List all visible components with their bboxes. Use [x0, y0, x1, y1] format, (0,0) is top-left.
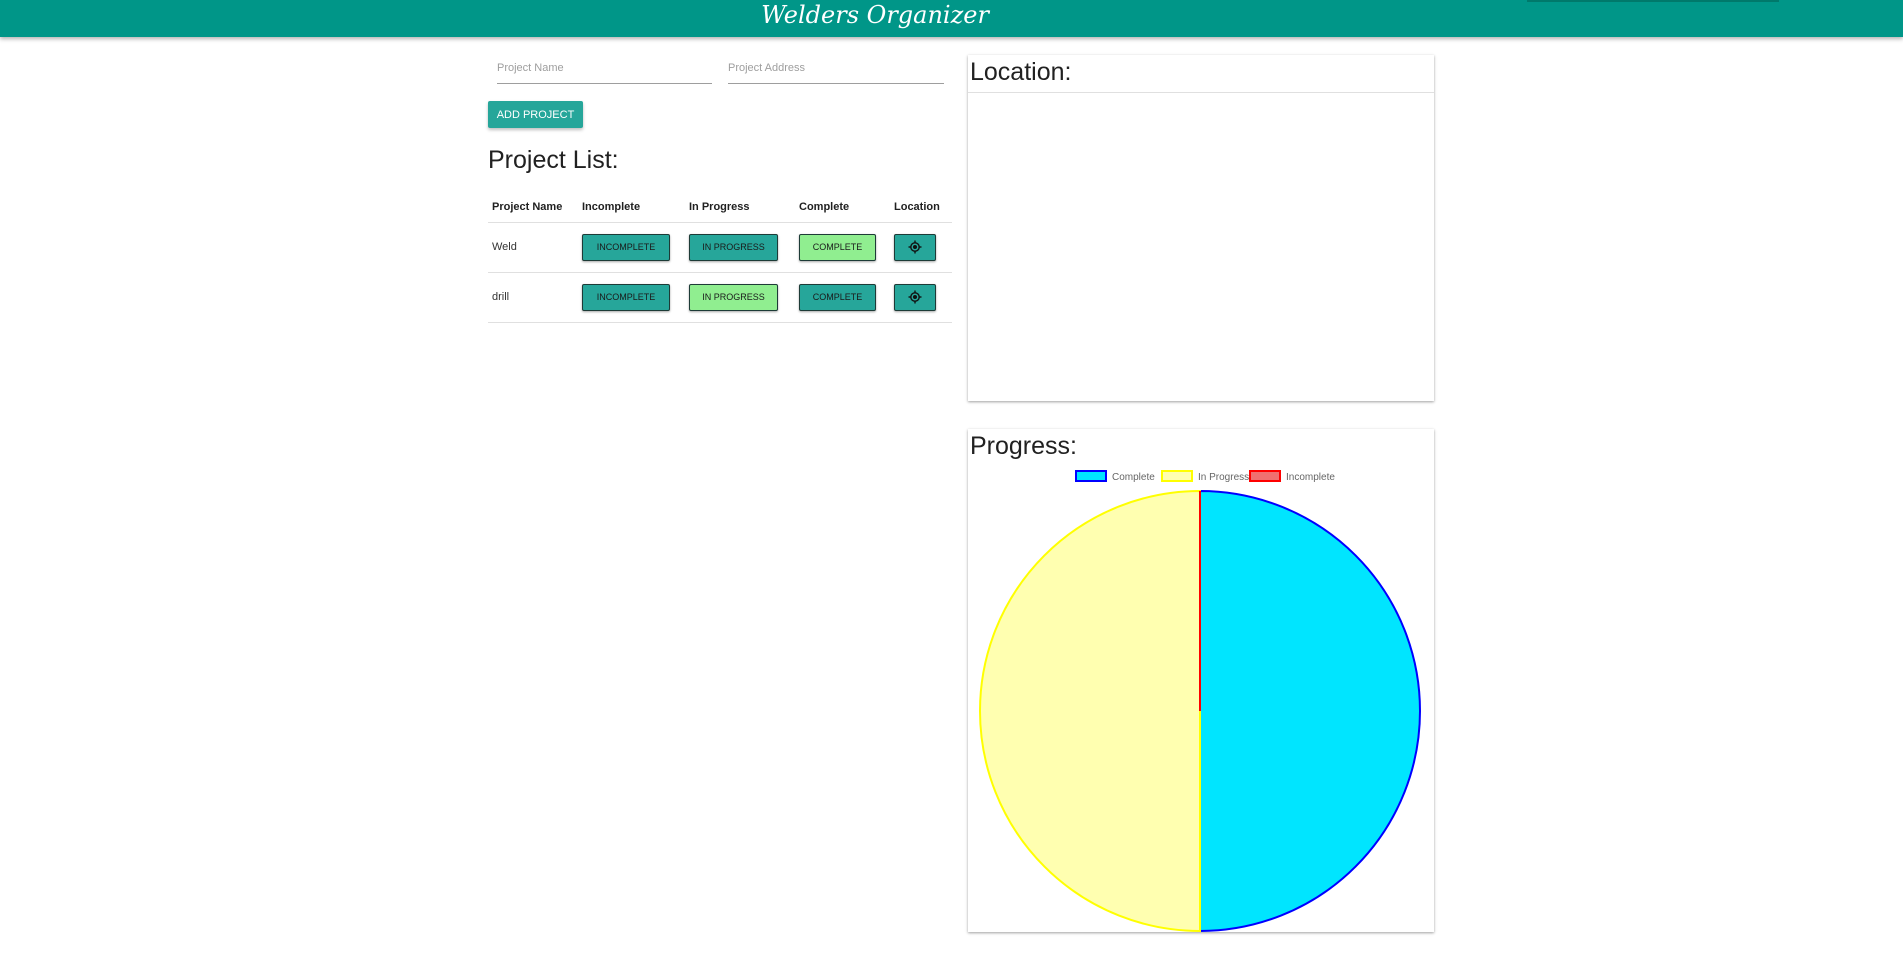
location-target-icon: [908, 290, 922, 304]
show-location-button[interactable]: [894, 283, 936, 311]
mark-in-progress-button[interactable]: IN PROGRESS: [689, 283, 778, 311]
project-name-field: [497, 48, 712, 84]
project-name-cell: Weld: [488, 222, 578, 273]
column-header-in-progress: In Progress: [685, 192, 795, 223]
location-map-area[interactable]: [968, 94, 1434, 401]
location-target-icon: [908, 240, 922, 254]
show-location-button[interactable]: [894, 233, 936, 261]
add-project-button[interactable]: ADD PROJECT: [488, 101, 583, 128]
project-name-input[interactable]: [497, 48, 712, 74]
legend-label[interactable]: In Progress: [1198, 472, 1249, 483]
status-cell-in-progress: IN PROGRESS: [685, 272, 795, 323]
column-header-project-name: Project Name: [488, 192, 578, 223]
status-cell-complete: COMPLETE: [795, 222, 890, 273]
project-name-cell: drill: [488, 272, 578, 323]
legend-label[interactable]: Complete: [1112, 472, 1155, 483]
mark-incomplete-button[interactable]: INCOMPLETE: [582, 283, 670, 311]
status-cell-complete: COMPLETE: [795, 272, 890, 323]
column-header-location: Location: [890, 192, 952, 223]
mark-complete-button[interactable]: COMPLETE: [799, 233, 876, 261]
mark-complete-button[interactable]: COMPLETE: [799, 283, 876, 311]
table-row: Weld INCOMPLETE IN PROGRESS COMPLETE: [488, 222, 952, 273]
progress-card: Progress: Complete In Progress Incomplete: [968, 429, 1434, 932]
status-cell-incomplete: INCOMPLETE: [578, 222, 685, 273]
header-corner-strip: [1527, 0, 1779, 2]
column-header-complete: Complete: [795, 192, 890, 223]
location-title: Location:: [968, 55, 1434, 93]
legend-label[interactable]: Incomplete: [1286, 472, 1335, 483]
table-row: drill INCOMPLETE IN PROGRESS COMPLETE: [488, 272, 952, 323]
legend-swatch-in-progress[interactable]: [1161, 470, 1193, 482]
location-cell: [890, 222, 952, 273]
location-cell: [890, 272, 952, 323]
app-header: Welders Organizer: [0, 0, 1903, 37]
progress-pie-chart: Complete In Progress Incomplete: [979, 470, 1421, 932]
pie-slice-in-progress[interactable]: [979, 489, 1201, 932]
project-table: Project Name Incomplete In Progress Comp…: [488, 192, 952, 323]
project-list-title: Project List:: [488, 146, 619, 174]
status-cell-incomplete: INCOMPLETE: [578, 272, 685, 323]
project-address-field: [728, 48, 944, 84]
legend-swatch-complete[interactable]: [1075, 470, 1107, 482]
location-card: Location:: [968, 55, 1434, 401]
status-cell-in-progress: IN PROGRESS: [685, 222, 795, 273]
pie-slice-complete[interactable]: [1199, 489, 1421, 932]
column-header-incomplete: Incomplete: [578, 192, 685, 223]
app-title: Welders Organizer: [761, 1, 989, 29]
mark-in-progress-button[interactable]: IN PROGRESS: [689, 233, 778, 261]
table-header-row: Project Name Incomplete In Progress Comp…: [488, 192, 952, 223]
mark-incomplete-button[interactable]: INCOMPLETE: [582, 233, 670, 261]
legend-swatch-incomplete[interactable]: [1249, 470, 1281, 482]
project-address-input[interactable]: [728, 48, 944, 74]
project-rows: Weld INCOMPLETE IN PROGRESS COMPLETE drill IN…: [488, 222, 952, 323]
